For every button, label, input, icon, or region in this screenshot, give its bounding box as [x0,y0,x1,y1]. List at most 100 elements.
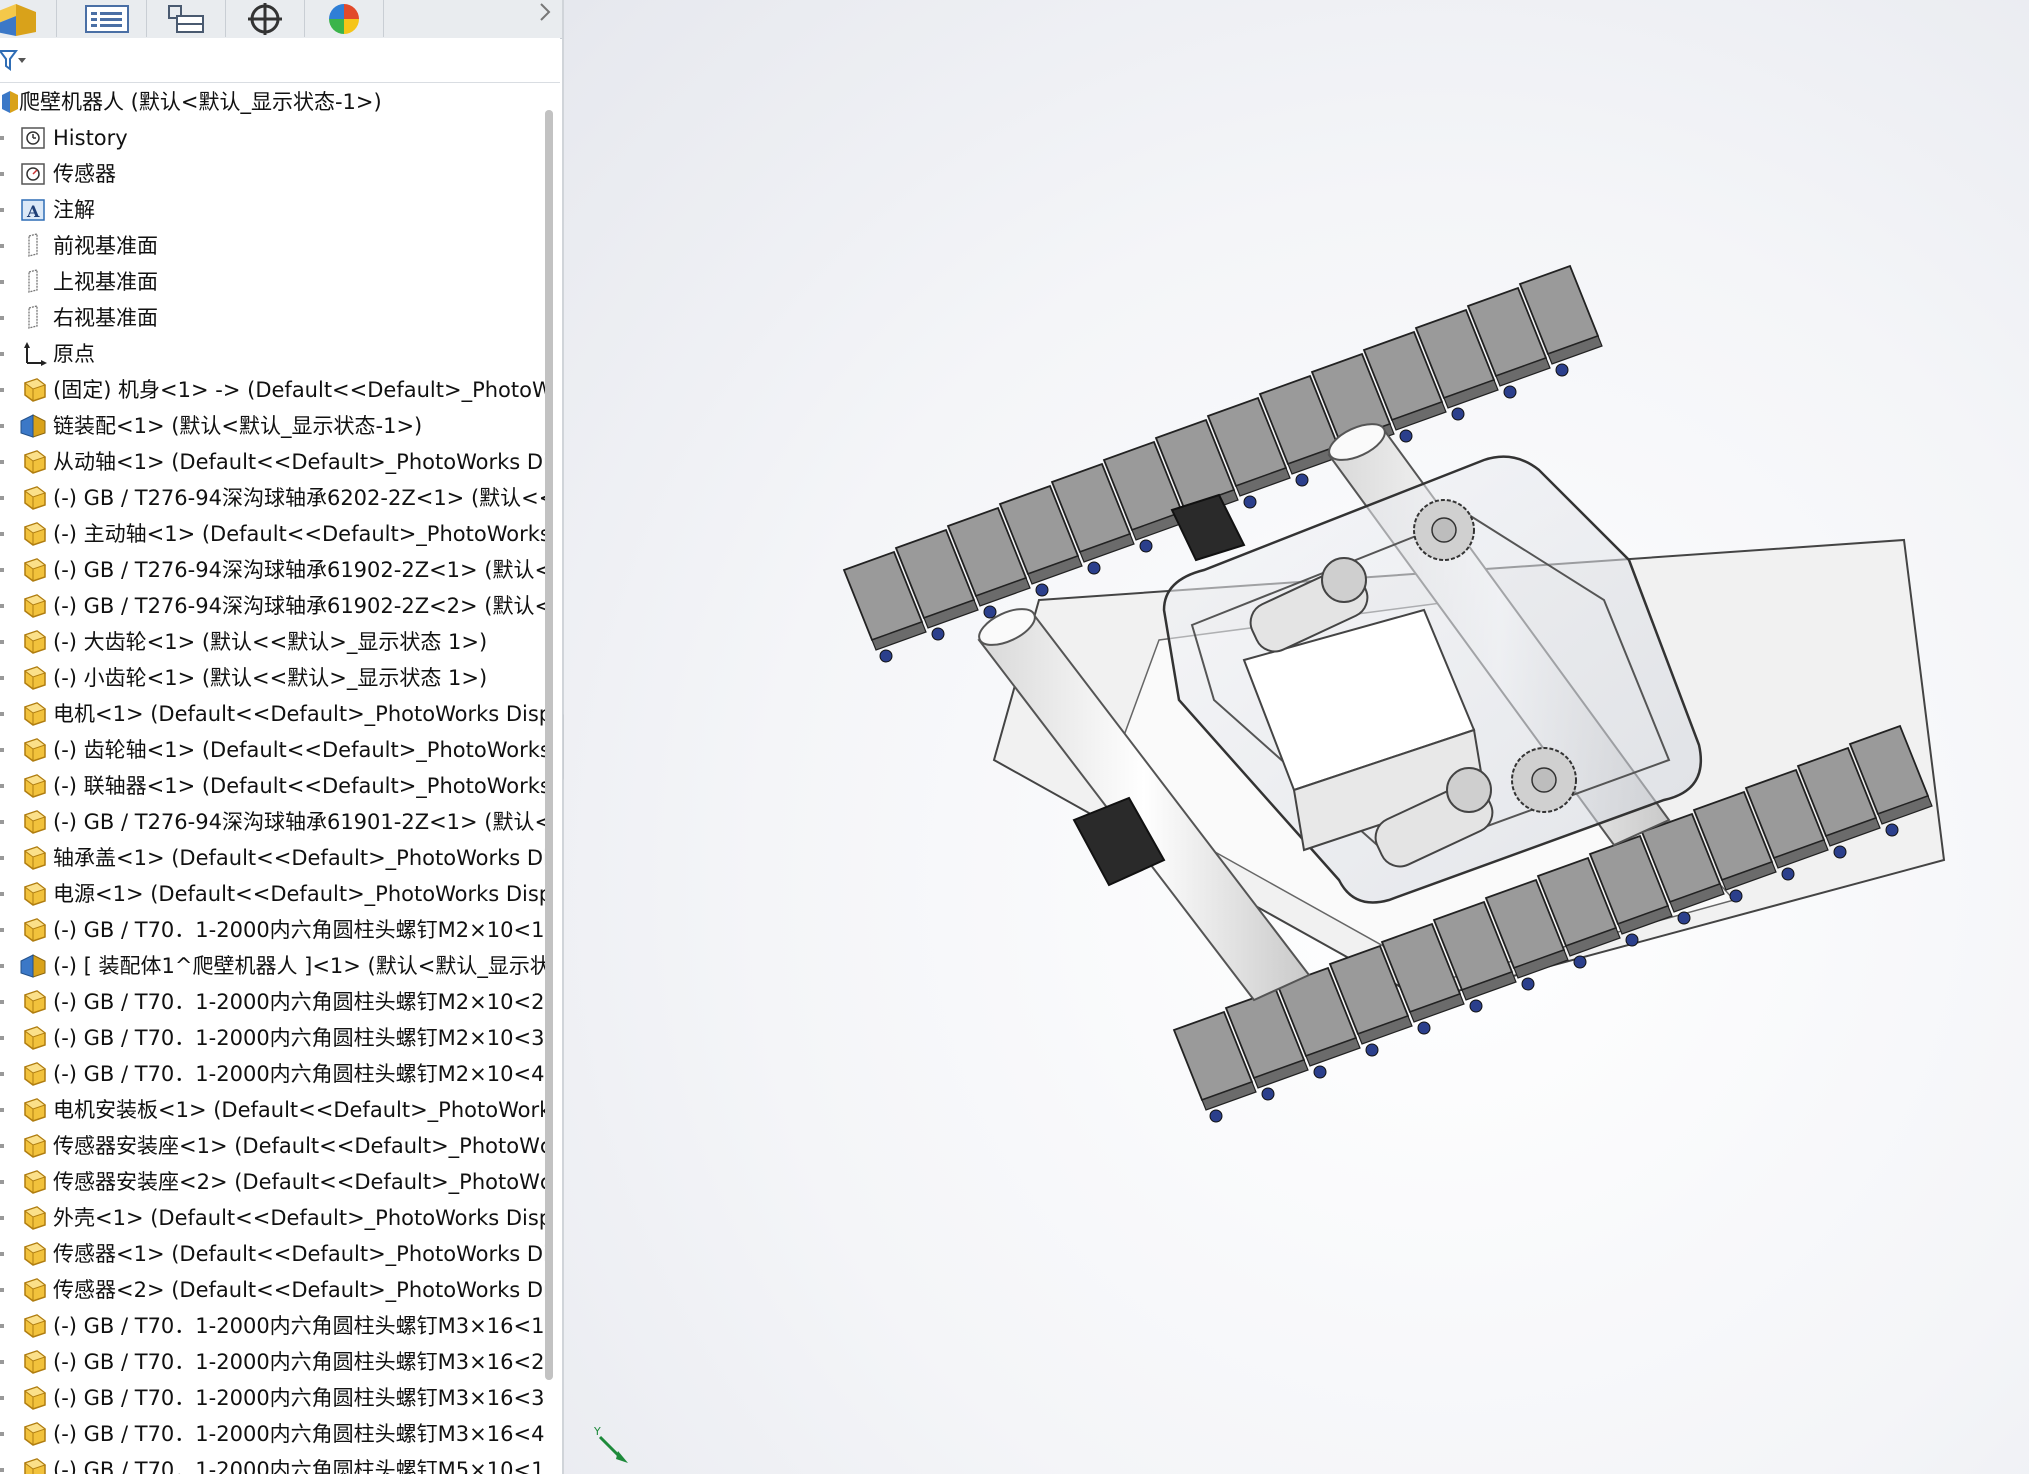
part-icon [23,702,47,726]
tree-item[interactable]: (-) GB / T276-94深沟球轴承61902-2Z<1> (默认<- [0,552,545,588]
tree-item[interactable]: 外壳<1> (Default<<Default>_PhotoWorks Disp [0,1200,545,1236]
configuration-icon [168,4,204,33]
dimxpert-tab[interactable] [226,0,305,37]
tree-expander[interactable] [0,172,4,176]
tree-expander[interactable] [0,1432,4,1436]
tree-item[interactable]: 电源<1> (Default<<Default>_PhotoWorks Disp [0,876,545,912]
feature-manager-tab[interactable] [0,0,57,37]
tree-expander[interactable] [0,1180,4,1184]
scrollbar-thumb[interactable] [545,110,553,1380]
tree-expander[interactable] [0,460,4,464]
tree-item[interactable]: 轴承盖<1> (Default<<Default>_PhotoWorks Di [0,840,545,876]
tree-expander[interactable] [0,892,4,896]
tree-item[interactable]: (-) 齿轮轴<1> (Default<<Default>_PhotoWorks [0,732,545,768]
tree-item[interactable]: (-) 主动轴<1> (Default<<Default>_PhotoWorks [0,516,545,552]
tree-expander[interactable] [0,496,4,500]
graphics-viewport[interactable]: Y [564,0,2029,1474]
tree-item[interactable]: (-) GB / T70．1-2000内六角圆柱头螺钉M2×10<1: [0,912,545,948]
tree-expander[interactable] [0,1324,4,1328]
part-icon [23,666,47,690]
configuration-manager-tab[interactable] [147,0,226,37]
tree-expander[interactable] [0,316,4,320]
display-manager-tab[interactable] [305,0,384,37]
tree-expander[interactable] [0,856,4,860]
tree-expander[interactable] [0,820,4,824]
tree-expander[interactable] [0,532,4,536]
tree-expander[interactable] [0,388,4,392]
tree-item[interactable]: 传感器安装座<1> (Default<<Default>_PhotoWc [0,1128,545,1164]
tree-expander[interactable] [0,1468,4,1472]
chevron-right-icon[interactable] [535,2,555,22]
tree-expander[interactable] [0,244,4,248]
tree-expander[interactable] [0,748,4,752]
tree-item[interactable]: (-) 大齿轮<1> (默认<<默认>_显示状态 1>) [0,624,545,660]
tree-expander[interactable] [0,1360,4,1364]
tree-item[interactable]: (-) GB / T70．1-2000内六角圆柱头螺钉M3×16<1: [0,1308,545,1344]
tree-item[interactable]: (-) [ 装配体1^爬壁机器人 ]<1> (默认<默认_显示状 [0,948,545,984]
part-icon [23,882,47,906]
tree-item[interactable]: 右视基准面 [0,300,545,336]
tree-item[interactable]: 传感器 [0,156,545,192]
tree-expander[interactable] [0,928,4,932]
tree-item[interactable]: (-) GB / T70．1-2000内六角圆柱头螺钉M3×16<4: [0,1416,545,1452]
tree-item[interactable]: (-) GB / T276-94深沟球轴承6202-2Z<1> (默认<< [0,480,545,516]
tree-item[interactable]: (-) GB / T70．1-2000内六角圆柱头螺钉M3×16<3: [0,1380,545,1416]
tree-expander[interactable] [0,424,4,428]
tree-item[interactable]: (-) GB / T70．1-2000内六角圆柱头螺钉M2×10<4: [0,1056,545,1092]
tree-item[interactable]: History [0,120,545,156]
property-manager-tab[interactable] [68,0,147,37]
tree-expander[interactable] [0,1252,4,1256]
robot-3d-model[interactable] [564,0,2029,1474]
tree-item[interactable]: (固定) 机身<1> -> (Default<<Default>_PhotoW [0,372,545,408]
tree-item[interactable]: (-) GB / T70．1-2000内六角圆柱头螺钉M5×10<1: [0,1452,545,1474]
bevel-gear-lower [1511,747,1577,813]
tree-expander[interactable] [0,676,4,680]
tree-item[interactable]: (-) GB / T70．1-2000内六角圆柱头螺钉M2×10<2: [0,984,545,1020]
tree-item[interactable]: (-) GB / T276-94深沟球轴承61902-2Z<2> (默认<- [0,588,545,624]
tree-expander[interactable] [0,280,4,284]
tree-expander[interactable] [0,640,4,644]
tree-root-item[interactable]: 爬壁机器人 (默认<默认_显示状态-1>) [0,84,545,120]
tree-item[interactable]: 上视基准面 [0,264,545,300]
tree-item[interactable]: 链装配<1> (默认<默认_显示状态-1>) [0,408,545,444]
history-icon [21,127,45,149]
tree-expander[interactable] [0,1036,4,1040]
tree-item[interactable]: 电机安装板<1> (Default<<Default>_PhotoWork [0,1092,545,1128]
tree-expander[interactable] [0,1396,4,1400]
tree-expander[interactable] [0,1144,4,1148]
tree-expander[interactable] [0,136,4,140]
tree-expander[interactable] [0,784,4,788]
tree-item[interactable]: (-) 小齿轮<1> (默认<<默认>_显示状态 1>) [0,660,545,696]
tree-item[interactable]: 电机<1> (Default<<Default>_PhotoWorks Disp [0,696,545,732]
tree-expander[interactable] [0,1108,4,1112]
tree-item[interactable]: (-) GB / T70．1-2000内六角圆柱头螺钉M3×16<2: [0,1344,545,1380]
annotation-icon: A [21,199,45,221]
tree-filter-bar[interactable] [0,38,560,83]
tree-item[interactable]: 传感器<1> (Default<<Default>_PhotoWorks Di [0,1236,545,1272]
tree-item[interactable]: (-) 联轴器<1> (Default<<Default>_PhotoWorks [0,768,545,804]
filter-icon[interactable] [0,47,18,71]
tree-item[interactable]: 从动轴<1> (Default<<Default>_PhotoWorks Di [0,444,545,480]
tree-expander[interactable] [0,964,4,968]
part-icon [23,522,47,546]
tree-expander[interactable] [0,1288,4,1292]
tree-item-label: (-) [ 装配体1^爬壁机器人 ]<1> (默认<默认_显示状 [53,954,545,978]
tree-expander[interactable] [0,568,4,572]
tree-item[interactable]: 原点 [0,336,545,372]
caret-down-icon[interactable] [18,56,26,64]
tree-expander[interactable] [0,1216,4,1220]
tree-item[interactable]: 前视基准面 [0,228,545,264]
tree-item[interactable]: A 注解 [0,192,545,228]
tree-expander[interactable] [0,1072,4,1076]
tree-item[interactable]: 传感器安装座<2> (Default<<Default>_PhotoWc [0,1164,545,1200]
tree-expander[interactable] [0,208,4,212]
tree-item-label: 传感器<2> (Default<<Default>_PhotoWorks Di [53,1278,545,1302]
tree-expander[interactable] [0,352,4,356]
tree-expander[interactable] [0,604,4,608]
tree-expander[interactable] [0,1000,4,1004]
tree-expander[interactable] [0,712,4,716]
tree-item[interactable]: 传感器<2> (Default<<Default>_PhotoWorks Di [0,1272,545,1308]
tree-scrollbar[interactable] [545,110,553,1380]
tree-item[interactable]: (-) GB / T70．1-2000内六角圆柱头螺钉M2×10<3: [0,1020,545,1056]
tree-item[interactable]: (-) GB / T276-94深沟球轴承61901-2Z<1> (默认<- [0,804,545,840]
